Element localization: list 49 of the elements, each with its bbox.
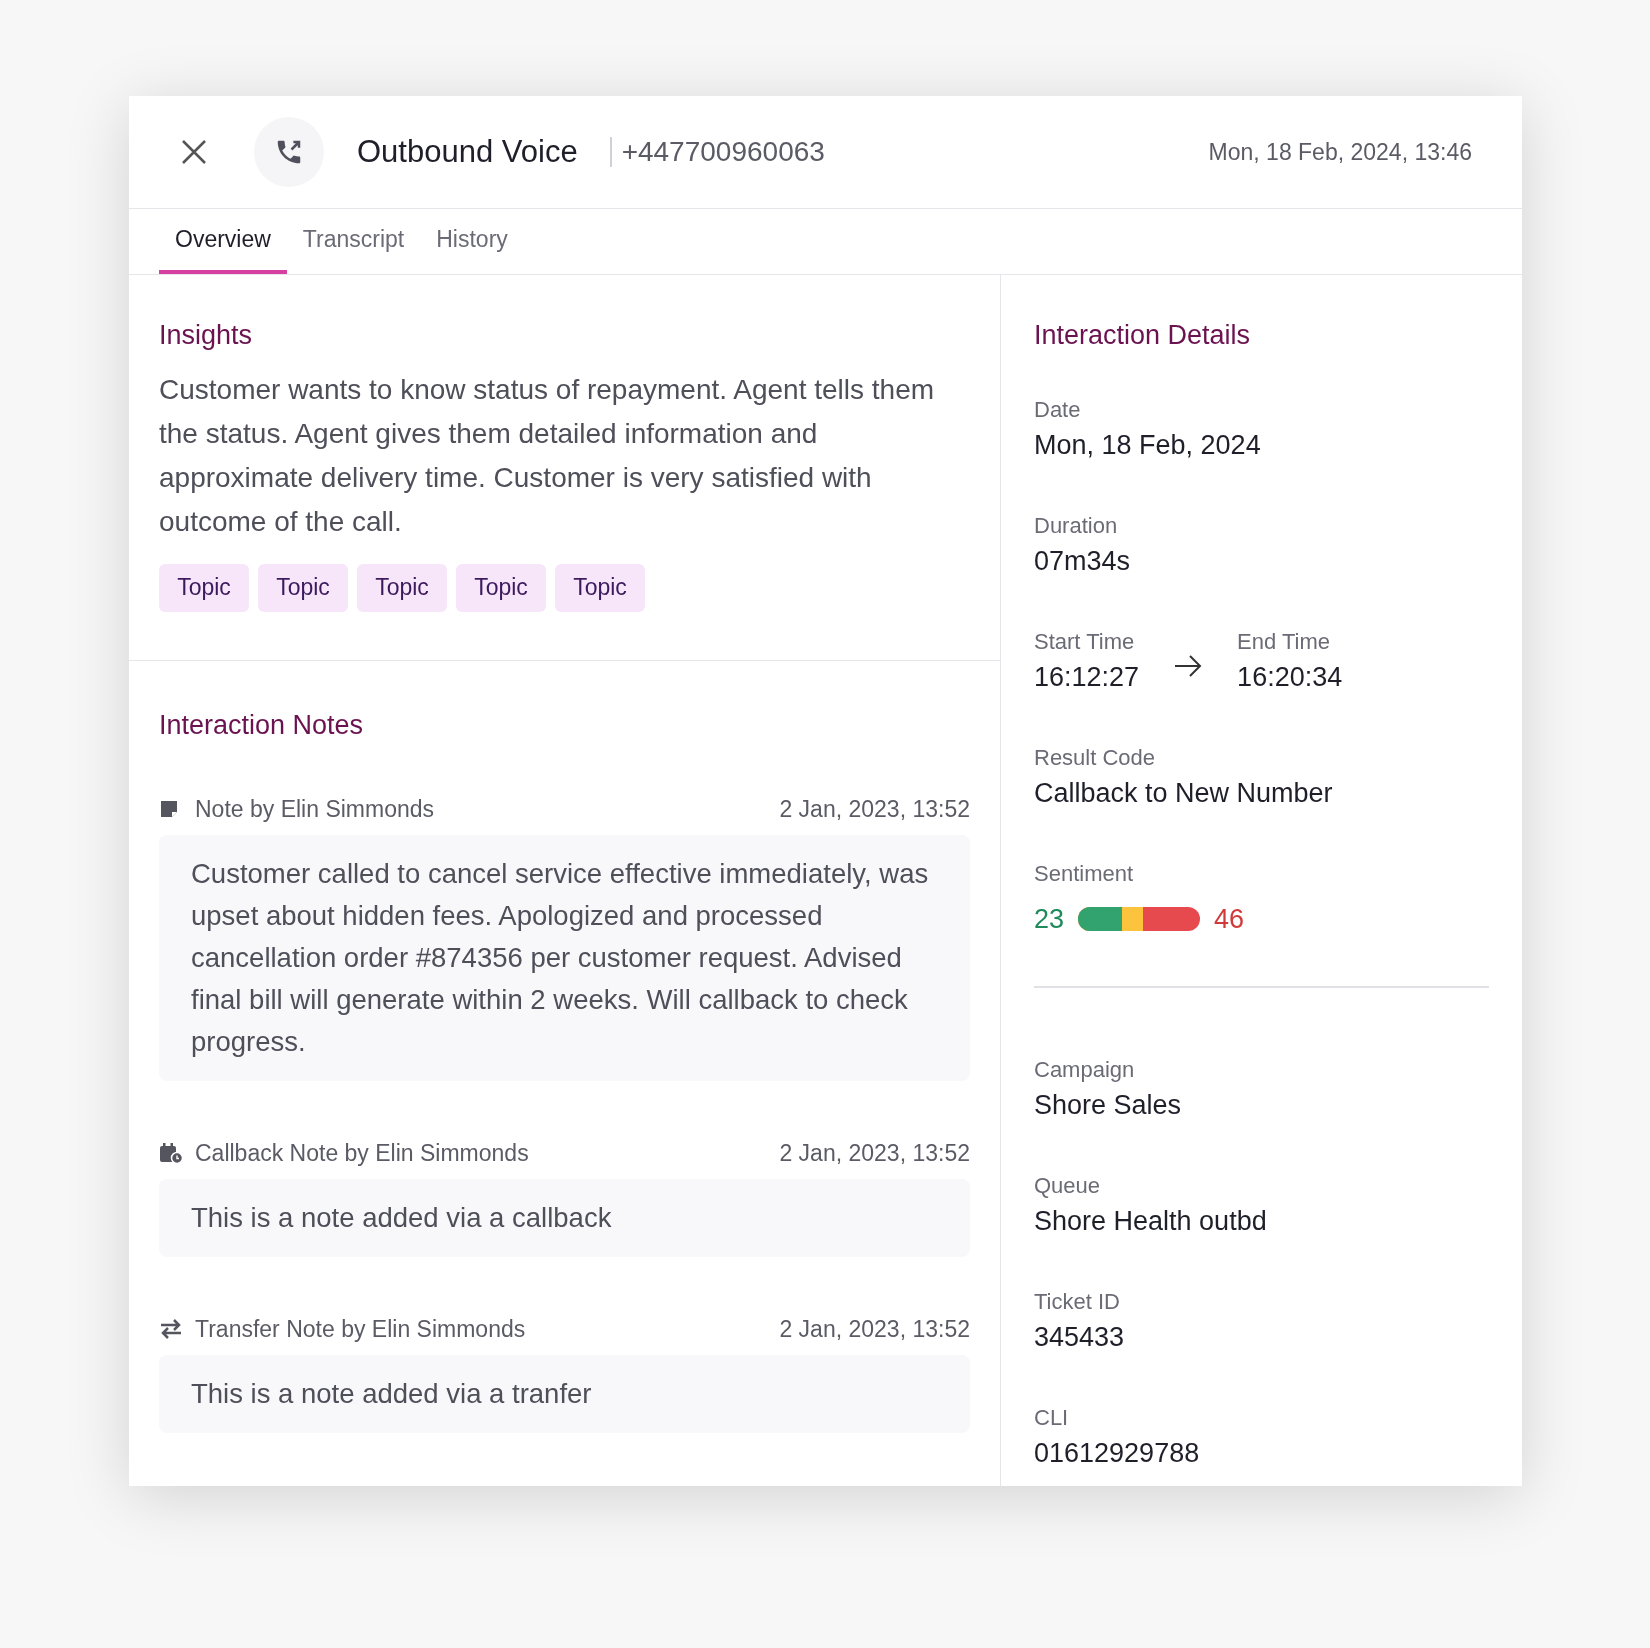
topic-tag: Topic <box>258 563 348 612</box>
field-label: Result Code <box>1034 743 1157 772</box>
phone-number: +447700960063 <box>621 135 825 169</box>
tab[interactable]: History <box>420 221 524 274</box>
field-label: End Time <box>1237 627 1332 656</box>
transfer-icon <box>159 1319 183 1339</box>
field-value: 16:20:34 <box>1237 660 1343 694</box>
field-label: Queue <box>1034 1171 1102 1200</box>
field-value: Callback to New Number <box>1034 776 1334 810</box>
field-label: Date <box>1034 395 1082 424</box>
field-value: 07m34s <box>1034 544 1132 578</box>
tab[interactable]: Transcript <box>286 221 421 274</box>
section-heading: Interaction Notes <box>159 708 365 742</box>
note-text: This is a note added via a tranfer <box>159 1355 970 1433</box>
field-value: Shore Sales <box>1034 1088 1183 1122</box>
positive-score: 23 <box>1034 902 1065 936</box>
call-datetime: Mon, 18 Feb, 2024, 13:46 <box>1208 137 1472 167</box>
note-icon <box>159 799 179 819</box>
field-value: Mon, 18 Feb, 2024 <box>1034 428 1262 462</box>
section-heading: Interaction Details <box>1034 319 1252 352</box>
field-label: Start Time <box>1034 627 1136 656</box>
field-value: 01612929788 <box>1034 1436 1201 1470</box>
negative-score: 46 <box>1214 902 1245 936</box>
topic-tag: Topic <box>159 563 249 612</box>
note-time: 2 Jan, 2023, 13:52 <box>779 794 970 824</box>
tab[interactable]: Overview <box>159 221 287 274</box>
topic-tag: Topic <box>456 563 546 612</box>
note-author: Note by Elin Simmonds <box>195 794 435 824</box>
note-author: Transfer Note by Elin Simmonds <box>195 1314 526 1344</box>
field-value: 345433 <box>1034 1320 1126 1354</box>
insights-text: Customer wants to know status of repayment. Agent tells them the status. Agent gives them detailed information and approximate delivery time. Customer is very satisfied with outcome of the call. <box>159 372 936 539</box>
field-label: Ticket ID <box>1034 1287 1121 1316</box>
topic-tag: Topic <box>555 563 645 612</box>
note-time: 2 Jan, 2023, 13:52 <box>779 1314 970 1344</box>
field-value: Shore Health outbd <box>1034 1204 1268 1238</box>
note-text: This is a note added via a callback <box>159 1179 970 1257</box>
field-value: 16:12:27 <box>1034 660 1140 694</box>
topic-tag: Topic <box>357 563 447 612</box>
calendar-clock-icon <box>159 1142 183 1164</box>
call-title: Outbound Voice <box>357 132 578 171</box>
note-time: 2 Jan, 2023, 13:52 <box>779 1138 970 1168</box>
note-author: Callback Note by Elin Simmonds <box>195 1138 529 1168</box>
field-label: Duration <box>1034 511 1119 540</box>
section-heading: Insights <box>159 319 254 352</box>
field-label: Sentiment <box>1034 859 1135 888</box>
arrow-icon <box>1173 653 1204 678</box>
field-label: Campaign <box>1034 1055 1136 1084</box>
field-label: CLI <box>1034 1403 1070 1432</box>
note-text: Customer called to cancel service effective immediately, was upset about hidden fees. Apologized and processed cancellation order #874356 per customer request. Advised final bill will generate within 2 weeks. Will callback to check progress. <box>159 835 970 1081</box>
